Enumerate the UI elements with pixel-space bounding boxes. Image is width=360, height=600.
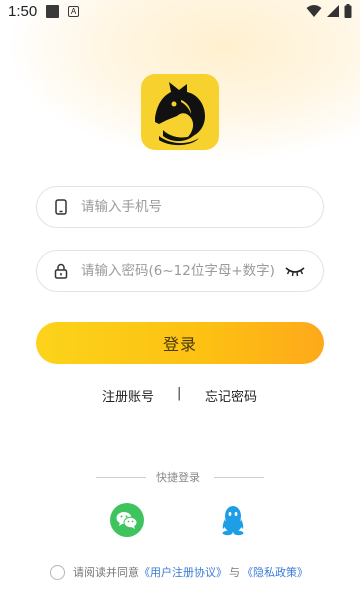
privacy-policy-link[interactable]: 《隐私政策》 — [242, 564, 308, 580]
account-links: 注册账号 | 忘记密码 — [0, 386, 360, 406]
register-link[interactable]: 注册账号 — [102, 386, 154, 405]
quick-login-header: 快捷登录 — [0, 469, 360, 485]
battery-icon — [344, 4, 352, 18]
phone-input[interactable] — [81, 199, 323, 215]
notification-square-icon — [46, 5, 59, 18]
phone-field[interactable] — [36, 186, 324, 228]
agree-checkbox[interactable] — [50, 564, 65, 580]
status-icons — [306, 4, 352, 18]
notification-a-icon: A — [68, 6, 79, 17]
agreement-and: 与 — [229, 566, 240, 579]
links-separator: | — [177, 386, 182, 401]
wechat-login-button[interactable] — [110, 503, 144, 537]
agreement-prefix: 请阅读并同意 — [73, 566, 139, 579]
divider-right — [214, 477, 264, 478]
agreement-row: 请阅读并同意 《用户注册协议》 与 《隐私政策》 — [50, 563, 308, 581]
eye-closed-icon[interactable] — [285, 264, 307, 278]
wechat-icon — [110, 503, 144, 537]
wolf-logo-icon — [155, 82, 205, 146]
status-bar: 1:50 A — [0, 0, 360, 24]
phone-icon — [53, 199, 69, 215]
quick-login-title: 快捷登录 — [156, 471, 200, 484]
wifi-icon — [306, 5, 322, 17]
qq-icon — [222, 506, 244, 536]
divider-left — [96, 477, 146, 478]
qq-login-button[interactable] — [216, 503, 250, 537]
password-input[interactable] — [81, 263, 285, 279]
user-agreement-link[interactable]: 《用户注册协议》 — [139, 564, 227, 580]
password-field[interactable] — [36, 250, 324, 292]
signal-icon — [327, 5, 339, 17]
app-logo — [141, 74, 219, 150]
forgot-password-link[interactable]: 忘记密码 — [205, 386, 257, 405]
status-time: 1:50 — [8, 3, 38, 20]
lock-icon — [53, 263, 69, 279]
login-button[interactable]: 登录 — [36, 322, 324, 364]
